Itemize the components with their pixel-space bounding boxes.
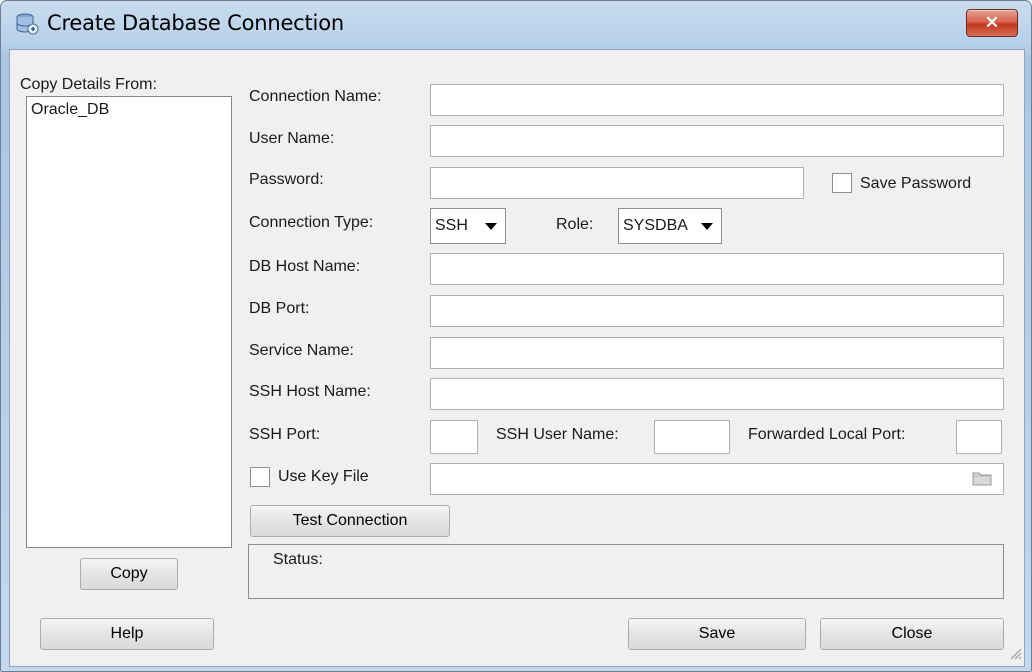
service-name-field[interactable] — [430, 337, 1004, 369]
role-label: Role: — [556, 216, 594, 233]
connection-type-value: SSH — [435, 217, 468, 234]
test-connection-button[interactable]: Test Connection — [250, 505, 450, 537]
forwarded-local-port-label: Forwarded Local Port: — [748, 426, 906, 443]
dialog-title: Create Database Connection — [47, 11, 344, 35]
role-select[interactable]: SYSDBA — [618, 208, 722, 244]
db-port-field[interactable] — [430, 295, 1004, 327]
ssh-host-name-field[interactable] — [430, 378, 1004, 410]
use-key-file-checkbox[interactable] — [250, 467, 270, 487]
status-panel: Status: — [248, 544, 1004, 599]
connection-type-label: Connection Type: — [249, 214, 374, 231]
save-button[interactable]: Save — [628, 618, 806, 650]
password-label: Password: — [249, 171, 324, 188]
copy-details-from-label: Copy Details From: — [20, 76, 157, 93]
connection-name-label: Connection Name: — [249, 88, 382, 105]
copy-details-list[interactable]: Oracle_DB — [26, 96, 232, 548]
list-item[interactable]: Oracle_DB — [31, 101, 109, 119]
close-window-button[interactable]: ✕ — [966, 9, 1018, 37]
folder-icon[interactable] — [972, 470, 992, 486]
close-button[interactable]: Close — [820, 618, 1004, 650]
user-name-label: User Name: — [249, 130, 335, 147]
password-field[interactable] — [430, 167, 804, 199]
role-value: SYSDBA — [623, 217, 688, 234]
ssh-user-name-field[interactable] — [654, 420, 730, 454]
db-host-name-label: DB Host Name: — [249, 258, 361, 275]
ssh-host-name-label: SSH Host Name: — [249, 383, 371, 400]
service-name-label: Service Name: — [249, 342, 354, 359]
db-port-label: DB Port: — [249, 300, 310, 317]
save-password-checkbox[interactable] — [832, 173, 852, 193]
ssh-user-name-label: SSH User Name: — [496, 426, 619, 443]
copy-button[interactable]: Copy — [80, 558, 178, 590]
resize-grip-icon[interactable] — [1008, 646, 1022, 660]
database-icon — [16, 13, 39, 35]
forwarded-local-port-field[interactable] — [956, 420, 1002, 454]
connection-type-select[interactable]: SSH — [430, 208, 506, 244]
help-button[interactable]: Help — [40, 618, 214, 650]
connection-name-field[interactable] — [430, 84, 1004, 116]
db-host-name-field[interactable] — [430, 253, 1004, 285]
chevron-down-icon — [485, 223, 497, 230]
ssh-port-field[interactable] — [430, 420, 478, 454]
ssh-port-label: SSH Port: — [249, 426, 321, 443]
status-label: Status: — [273, 551, 323, 568]
save-password-label: Save Password — [860, 175, 972, 192]
use-key-file-label: Use Key File — [278, 468, 369, 485]
chevron-down-icon — [701, 223, 713, 230]
user-name-field[interactable] — [430, 125, 1004, 157]
key-file-path-field[interactable] — [430, 463, 1004, 495]
title-bar[interactable]: Create Database Connection ✕ — [1, 1, 1031, 49]
